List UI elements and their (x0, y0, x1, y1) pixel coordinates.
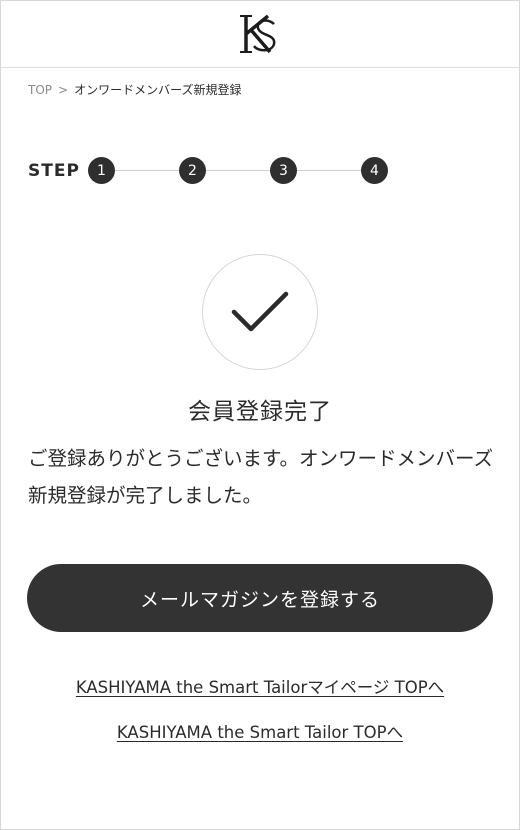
completion-message: ご登録ありがとうございます。オンワードメンバーズ新規登録が完了しました。 (28, 447, 494, 507)
checkmark-icon (231, 291, 289, 332)
step-label: STEP (28, 160, 80, 181)
mypage-top-link[interactable]: KASHIYAMA the Smart Tailorマイページ TOPへ (0, 674, 520, 698)
breadcrumb-top-link[interactable]: TOP (28, 83, 52, 97)
step-connector (205, 170, 270, 171)
completion-badge (202, 254, 318, 370)
step-indicator: STEP 1 2 3 4 (28, 157, 388, 184)
step-connector (114, 170, 179, 171)
step-1: 1 (87, 157, 115, 184)
completion-title: 会員登録完了 (188, 399, 332, 425)
step-3: 3 (269, 157, 297, 184)
newsletter-signup-button[interactable]: メールマガジンを登録する (27, 564, 493, 632)
site-header (0, 0, 520, 68)
breadcrumb-current: オンワードメンバーズ新規登録 (74, 83, 242, 97)
site-top-link[interactable]: KASHIYAMA the Smart Tailor TOPへ (0, 719, 520, 743)
breadcrumb-separator: > (58, 82, 69, 97)
step-connector (296, 170, 361, 171)
brand-logo[interactable] (238, 12, 282, 56)
step-4: 4 (360, 157, 388, 184)
breadcrumb: TOP > オンワードメンバーズ新規登録 (28, 81, 241, 98)
ks-monogram-icon (240, 14, 276, 53)
step-2: 2 (178, 157, 206, 184)
